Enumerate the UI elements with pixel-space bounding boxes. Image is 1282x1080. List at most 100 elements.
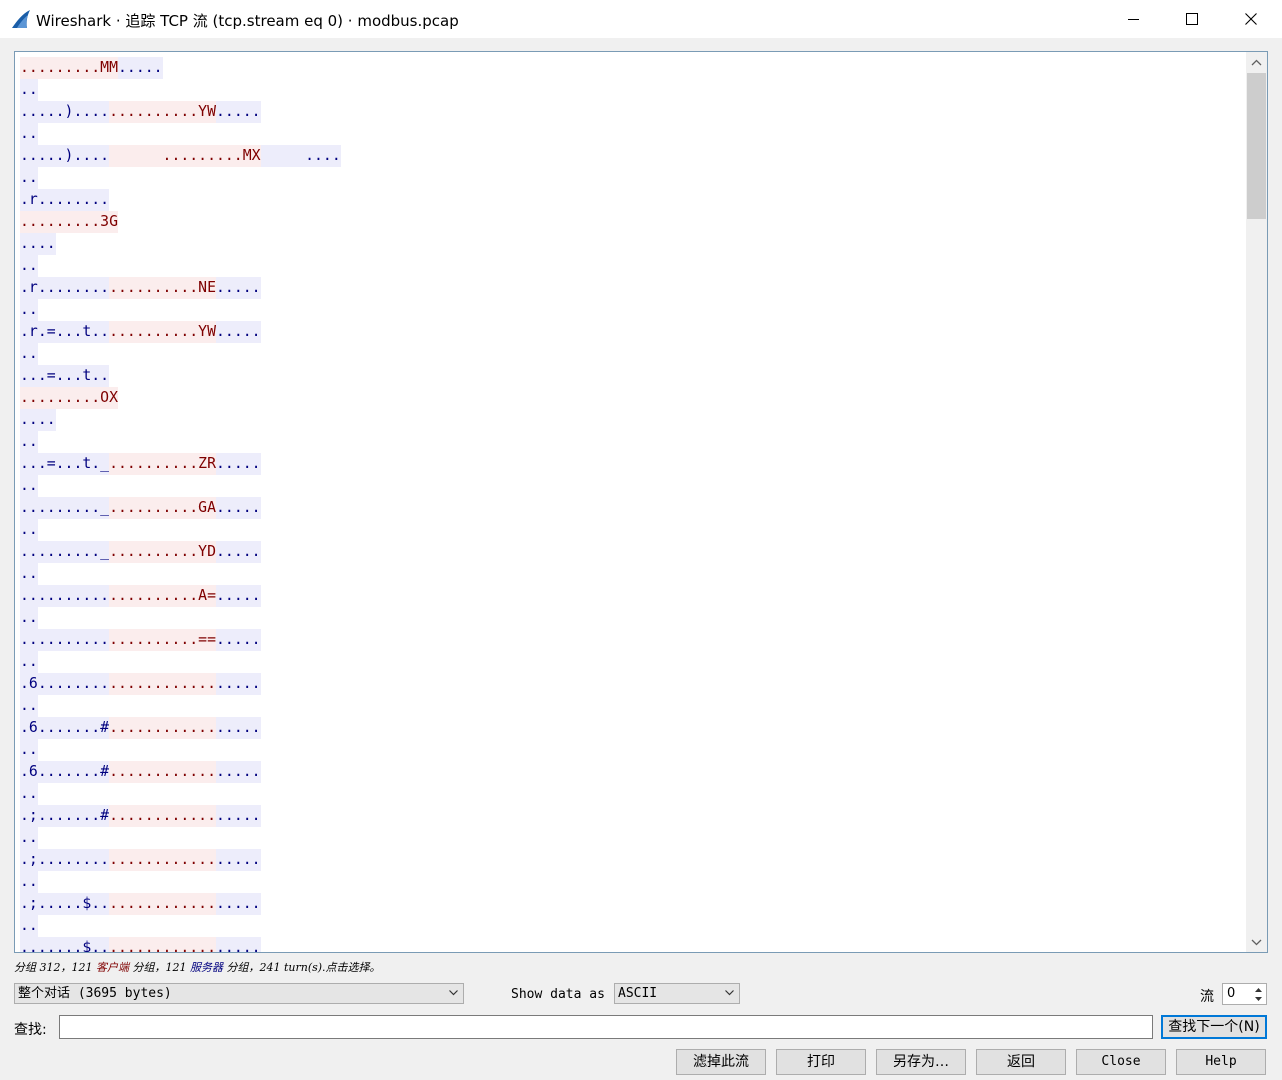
server-data: .....).... — [20, 145, 110, 167]
server-data: ..... — [216, 321, 261, 343]
client-data: ..........YD — [109, 541, 216, 563]
stream-line: .;.....$................... — [20, 893, 341, 915]
server-data: ..... — [216, 101, 261, 123]
stream-content-view[interactable]: .........MM....... .....)..............YW… — [14, 51, 1268, 953]
vertical-scrollbar[interactable] — [1246, 52, 1267, 952]
server-data: .... — [20, 409, 56, 431]
stream-line: .. — [20, 299, 341, 321]
maximize-button[interactable] — [1169, 0, 1215, 38]
server-data: ..... — [216, 805, 261, 827]
help-button[interactable]: Help — [1176, 1049, 1266, 1075]
server-data: .6.......# — [20, 717, 110, 739]
stream-line: .. — [20, 79, 341, 101]
server-data: .......... — [20, 629, 110, 651]
stream-line: .. — [20, 167, 341, 189]
stream-line: .. — [20, 475, 341, 497]
filter-out-stream-button[interactable]: 滤掉此流 — [676, 1049, 766, 1075]
summary-client-label: 客户端 — [95, 961, 129, 974]
server-data: .r.=...t.. — [20, 321, 110, 343]
server-data: .6.......# — [20, 761, 110, 783]
find-next-button[interactable]: 查找下一个(N) — [1161, 1015, 1267, 1039]
server-data: ..... — [216, 629, 261, 651]
server-data: .. — [20, 519, 38, 541]
server-data: ...=...t.. — [20, 365, 110, 387]
stream-line: .. — [20, 255, 341, 277]
stream-line: ...=...t.. — [20, 365, 341, 387]
server-data: .. — [20, 915, 38, 937]
stream-line: .6......................... — [20, 673, 341, 695]
server-data: ..... — [216, 937, 261, 952]
back-button[interactable]: 返回 — [976, 1049, 1066, 1075]
find-label: 查找: — [14, 1022, 47, 1038]
close-button[interactable]: Close — [1076, 1049, 1166, 1075]
maximize-icon — [1186, 13, 1198, 25]
client-data: ............ — [109, 849, 216, 871]
window-title: Wireshark · 追踪 TCP 流 (tcp.stream eq 0) ·… — [36, 12, 459, 30]
stream-line: .. — [20, 783, 341, 805]
stream-line: .. — [20, 695, 341, 717]
server-data: ..... — [118, 57, 163, 79]
summary-text: 分组 312，121 — [14, 961, 96, 974]
scroll-down-button[interactable] — [1246, 932, 1267, 952]
server-data: .. — [20, 475, 38, 497]
client-data: ..........== — [109, 629, 216, 651]
client-data: .........MX — [109, 145, 261, 167]
stream-text[interactable]: .........MM....... .....)..............YW… — [20, 57, 341, 952]
spin-down-button[interactable] — [1251, 994, 1265, 1003]
scroll-up-button[interactable] — [1246, 52, 1267, 72]
client-data: ..........GA — [109, 497, 216, 519]
server-data: .. — [20, 739, 38, 761]
stream-line: .......$................... — [20, 937, 341, 952]
print-button[interactable]: 打印 — [776, 1049, 866, 1075]
stream-number-spinbox[interactable]: 0 — [1222, 983, 1267, 1005]
stream-line: .. — [20, 739, 341, 761]
server-data: .....).... — [20, 101, 110, 123]
stream-line: .6.......#................. — [20, 761, 341, 783]
server-data: .. — [20, 255, 38, 277]
conversation-select[interactable]: 整个对话 (3695 bytes) — [14, 983, 464, 1004]
stream-line: .. — [20, 563, 341, 585]
data-format-select[interactable]: ASCII — [614, 983, 740, 1004]
minimize-button[interactable] — [1110, 0, 1156, 38]
close-icon — [1245, 13, 1257, 25]
summary-server-label: 服务器 — [189, 961, 223, 974]
find-input[interactable] — [59, 1015, 1153, 1039]
server-data: .......$.. — [20, 937, 110, 952]
stream-line: .. — [20, 651, 341, 673]
stream-number-value: 0 — [1227, 986, 1236, 1001]
chevron-down-icon — [1251, 939, 1262, 945]
chevron-down-icon — [449, 990, 458, 996]
server-data: .. — [20, 607, 38, 629]
stream-line: ........._..........YD..... — [20, 541, 341, 563]
minimize-icon — [1127, 18, 1139, 20]
stream-line: .6.......#................. — [20, 717, 341, 739]
stream-line: .........OX — [20, 387, 341, 409]
server-data: ...=...t._ — [20, 453, 110, 475]
stream-line: .. — [20, 915, 341, 937]
client-data: ............ — [109, 893, 216, 915]
spin-up-button[interactable] — [1251, 985, 1265, 994]
scroll-thumb[interactable] — [1247, 73, 1266, 219]
stream-line: .........3G — [20, 211, 341, 233]
server-data: ..... — [216, 497, 261, 519]
server-data: ........._ — [20, 497, 110, 519]
save-as-button[interactable]: 另存为… — [876, 1049, 966, 1075]
stream-line: .;......................... — [20, 849, 341, 871]
server-data: .. — [20, 299, 38, 321]
server-data: ..... — [216, 761, 261, 783]
stream-line: .. — [20, 607, 341, 629]
stream-line: .r..................NE..... — [20, 277, 341, 299]
server-data: ..... — [216, 277, 261, 299]
close-window-button[interactable] — [1228, 0, 1274, 38]
client-data: ............ — [109, 717, 216, 739]
stream-line: .. — [20, 519, 341, 541]
stream-line: ........._..........GA..... — [20, 497, 341, 519]
server-data: .. — [20, 695, 38, 717]
server-data: .;.......# — [20, 805, 110, 827]
client-data: .........MM — [20, 57, 118, 79]
title-bar: Wireshark · 追踪 TCP 流 (tcp.stream eq 0) ·… — [0, 0, 1282, 38]
stream-line: .. — [20, 871, 341, 893]
client-data: .........OX — [20, 387, 118, 409]
server-data: .. — [20, 79, 38, 101]
server-data: .. — [20, 431, 38, 453]
